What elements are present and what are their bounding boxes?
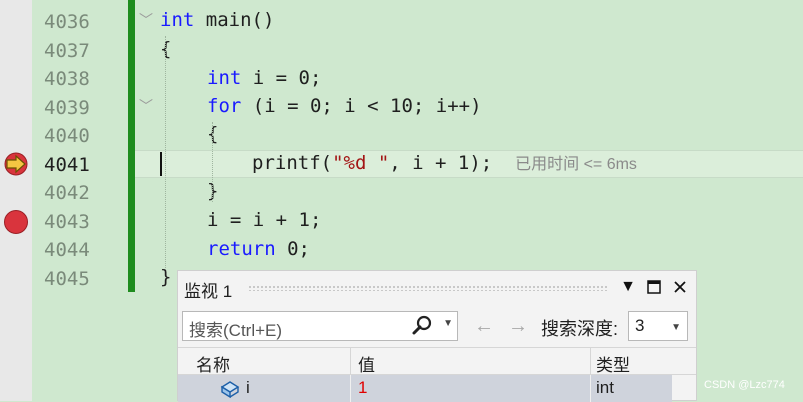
current-statement-arrow-icon[interactable] bbox=[2, 152, 30, 176]
search-previous-icon[interactable]: ← bbox=[474, 315, 494, 338]
watch-row-name[interactable]: i bbox=[246, 378, 250, 398]
code-line: for (i = 0; i < 10; i++) bbox=[207, 95, 482, 117]
indent-guide bbox=[165, 36, 166, 268]
perf-tip[interactable]: 已用时间 <= 6ms bbox=[515, 156, 637, 173]
drag-grip[interactable] bbox=[248, 285, 608, 291]
watch-window[interactable]: 监视 1 ▼ 搜索(Ctrl+E) ▼ ← → 搜索深度: 3 ▼ 名称 值 类… bbox=[177, 270, 697, 402]
column-header-name[interactable]: 名称 bbox=[196, 351, 230, 376]
chevron-down-icon: ▼ bbox=[671, 322, 681, 333]
watch-search-input[interactable]: 搜索(Ctrl+E) ▼ bbox=[182, 311, 458, 341]
text-caret bbox=[160, 152, 162, 176]
column-divider[interactable] bbox=[590, 348, 591, 374]
line-number-current: 4041 bbox=[44, 154, 90, 176]
search-depth-value: 3 bbox=[635, 316, 645, 335]
watch-row[interactable]: i 1 int bbox=[178, 375, 672, 402]
search-icon[interactable] bbox=[411, 315, 433, 337]
watch-window-title: 监视 1 bbox=[184, 282, 233, 301]
code-line: i = i + 1; bbox=[207, 209, 322, 231]
code-line: int main() bbox=[160, 9, 275, 31]
indent-guide bbox=[212, 122, 213, 202]
line-number: 4036 bbox=[44, 11, 90, 33]
watch-row-type: int bbox=[596, 378, 614, 397]
variable-field-icon bbox=[220, 381, 240, 398]
column-divider[interactable] bbox=[350, 348, 351, 374]
change-tracking-bar bbox=[128, 0, 135, 292]
watch-grid-header: 名称 值 类型 bbox=[178, 347, 696, 375]
line-number: 4039 bbox=[44, 97, 90, 119]
line-number: 4038 bbox=[44, 68, 90, 90]
line-number: 4040 bbox=[44, 125, 90, 147]
search-depth-select[interactable]: 3 ▼ bbox=[628, 311, 688, 341]
search-depth-label: 搜索深度: bbox=[541, 319, 619, 339]
breakpoint-icon[interactable] bbox=[2, 208, 30, 236]
column-header-type[interactable]: 类型 bbox=[596, 351, 630, 376]
line-number: 4044 bbox=[44, 239, 90, 261]
search-placeholder: 搜索(Ctrl+E) bbox=[189, 321, 283, 340]
watermark: CSDN @Lzc774 bbox=[704, 379, 785, 391]
code-line: return 0; bbox=[207, 238, 310, 260]
watch-row-value[interactable]: 1 bbox=[358, 378, 367, 398]
cell-divider bbox=[590, 375, 591, 402]
collapse-chevron-icon[interactable]: ﹀ bbox=[139, 96, 153, 116]
code-line: int i = 0; bbox=[207, 67, 322, 89]
collapse-chevron-icon[interactable]: ﹀ bbox=[139, 10, 153, 30]
code-line-current: printf("%d ", i + 1); 已用时间 <= 6ms bbox=[252, 152, 637, 174]
line-number: 4042 bbox=[44, 182, 90, 204]
line-number: 4045 bbox=[44, 268, 90, 290]
glyph-margin[interactable] bbox=[0, 0, 32, 401]
search-options-dropdown-icon[interactable]: ▼ bbox=[443, 318, 453, 329]
window-menu-dropdown-icon[interactable]: ▼ bbox=[618, 277, 638, 297]
search-next-icon[interactable]: → bbox=[508, 315, 528, 338]
line-number: 4043 bbox=[44, 211, 90, 233]
line-number-gutter: 4036 4037 4038 4039 4040 4041 4042 4043 … bbox=[32, 0, 128, 401]
column-header-value[interactable]: 值 bbox=[358, 351, 375, 376]
maximize-icon[interactable] bbox=[644, 277, 664, 297]
close-icon[interactable] bbox=[670, 277, 690, 297]
cell-divider bbox=[350, 375, 351, 402]
line-number: 4037 bbox=[44, 40, 90, 62]
